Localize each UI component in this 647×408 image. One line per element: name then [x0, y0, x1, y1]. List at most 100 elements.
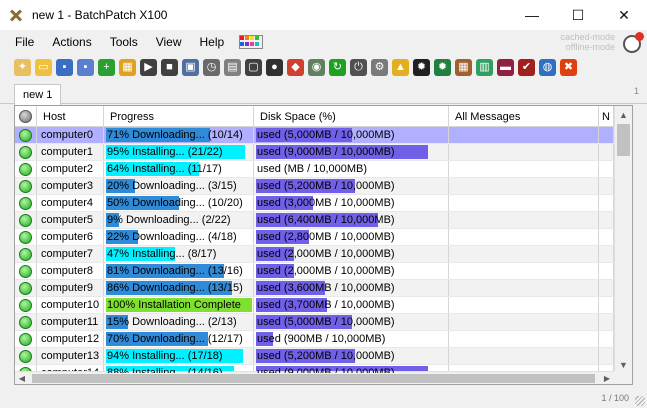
table-row[interactable]: computer13 94% Installing... (17/18) used … — [15, 348, 614, 365]
header-disk-space[interactable]: Disk Space (%) — [254, 106, 449, 127]
mode-status-icon[interactable] — [623, 32, 644, 53]
play-icon[interactable]: ▶ — [140, 58, 157, 76]
host-cell[interactable]: computer12 — [37, 331, 104, 347]
host-cell[interactable]: computer4 — [37, 195, 104, 211]
all-messages-cell[interactable] — [449, 246, 599, 262]
progress-cell[interactable]: 100% Installation Complete — [104, 297, 254, 313]
all-messages-cell[interactable] — [449, 297, 599, 313]
all-messages-cell[interactable] — [449, 161, 599, 177]
disk-space-cell[interactable]: used (3,600MB / 10,000MB) — [254, 280, 449, 296]
table-row[interactable]: computer3 20% Downloading... (3/15) used (… — [15, 178, 614, 195]
all-messages-cell[interactable] — [449, 229, 599, 245]
host-cell[interactable]: computer10 — [37, 297, 104, 313]
all-messages-cell[interactable] — [449, 127, 599, 143]
table-row[interactable]: computer10 100% Installation Complete used… — [15, 297, 614, 314]
chip-icon[interactable]: ▥ — [476, 58, 493, 76]
next-column-cell[interactable] — [599, 314, 614, 330]
network-icon[interactable]: ▣ — [182, 58, 199, 76]
progress-cell[interactable]: 50% Downloading... (10/20) — [104, 195, 254, 211]
progress-cell[interactable]: 47% Installing... (8/17) — [104, 246, 254, 262]
stop-icon[interactable]: ■ — [161, 58, 178, 76]
progress-cell[interactable]: 9% Downloading... (2/22) — [104, 212, 254, 228]
close-button[interactable]: ✕ — [601, 0, 647, 30]
all-messages-cell[interactable] — [449, 263, 599, 279]
save-icon[interactable]: ▪ — [56, 58, 73, 76]
menu-tools[interactable]: Tools — [101, 35, 147, 49]
next-column-cell[interactable] — [599, 178, 614, 194]
all-messages-cell[interactable] — [449, 195, 599, 211]
sun-icon[interactable]: ✹ — [413, 58, 430, 76]
table-row[interactable]: computer6 22% Downloading... (4/18) used (… — [15, 229, 614, 246]
disk-space-cell[interactable]: used (6,400MB / 10,000MB) — [254, 212, 449, 228]
next-column-cell[interactable] — [599, 297, 614, 313]
all-messages-cell[interactable] — [449, 212, 599, 228]
host-cell[interactable]: computer1 — [37, 144, 104, 160]
table-row[interactable]: computer2 64% Installing... (11/17) used (… — [15, 161, 614, 178]
menu-help[interactable]: Help — [191, 35, 234, 49]
next-column-cell[interactable] — [599, 331, 614, 347]
host-cell[interactable]: computer7 — [37, 246, 104, 262]
menu-file[interactable]: File — [6, 35, 43, 49]
next-column-cell[interactable] — [599, 195, 614, 211]
table-row[interactable]: computer9 86% Downloading... (13/15) used … — [15, 280, 614, 297]
check-box-icon[interactable]: ✔ — [518, 58, 535, 76]
monitor-icon[interactable]: ▢ — [245, 58, 262, 76]
disk-space-cell[interactable]: used (2,000MB / 10,000MB) — [254, 263, 449, 279]
power-icon[interactable]: ⏻ — [350, 58, 367, 76]
progress-cell[interactable]: 94% Installing... (17/18) — [104, 348, 254, 364]
progress-cell[interactable]: 15% Downloading... (2/13) — [104, 314, 254, 330]
next-column-cell[interactable] — [599, 212, 614, 228]
all-messages-cell[interactable] — [449, 280, 599, 296]
color-palette-icon[interactable] — [239, 35, 264, 49]
header-next[interactable]: N — [599, 106, 614, 127]
lock-icon[interactable]: ▲ — [392, 58, 409, 76]
scroll-up-icon[interactable]: ▲ — [615, 106, 632, 123]
scroll-right-icon[interactable]: ▶ — [600, 372, 614, 384]
refresh-icon[interactable]: ↻ — [329, 58, 346, 76]
all-messages-cell[interactable] — [449, 314, 599, 330]
host-cell[interactable]: computer0 — [37, 127, 104, 143]
tab-new-1[interactable]: new 1 — [14, 84, 62, 105]
disk-space-cell[interactable]: used (5,000MB / 10,000MB) — [254, 127, 449, 143]
gear-icon[interactable]: ⚙ — [371, 58, 388, 76]
progress-cell[interactable]: 71% Downloading... (10/14) — [104, 127, 254, 143]
all-messages-cell[interactable] — [449, 348, 599, 364]
progress-cell[interactable]: 81% Downloading... (13/16) — [104, 263, 254, 279]
disk-space-cell[interactable]: used (9,000MB / 10,000MB) — [254, 144, 449, 160]
disk-space-cell[interactable]: used (3,000MB / 10,000MB) — [254, 195, 449, 211]
table-row[interactable]: computer4 50% Downloading... (10/20) used … — [15, 195, 614, 212]
disk-space-cell[interactable]: used (900MB / 10,000MB) — [254, 331, 449, 347]
header-host[interactable]: Host — [37, 106, 104, 127]
next-column-cell[interactable] — [599, 144, 614, 160]
new-icon[interactable]: ✦ — [14, 58, 31, 76]
minimize-button[interactable]: — — [509, 0, 555, 30]
host-cell[interactable]: computer8 — [37, 263, 104, 279]
dark-red-icon[interactable]: ▬ — [497, 58, 514, 76]
host-cell[interactable]: computer9 — [37, 280, 104, 296]
next-column-cell[interactable] — [599, 280, 614, 296]
table-row[interactable]: computer7 47% Installing... (8/17) used (2… — [15, 246, 614, 263]
pin-icon[interactable]: ● — [266, 58, 283, 76]
cancel-icon[interactable]: ✖ — [560, 58, 577, 76]
clock-icon[interactable]: ◷ — [203, 58, 220, 76]
table-row[interactable]: computer12 70% Downloading... (12/17) used… — [15, 331, 614, 348]
next-column-cell[interactable] — [599, 246, 614, 262]
all-messages-cell[interactable] — [449, 144, 599, 160]
table-row[interactable]: computer1 95% Installing... (21/22) used (… — [15, 144, 614, 161]
next-column-cell[interactable] — [599, 127, 614, 143]
scroll-left-icon[interactable]: ◀ — [15, 372, 29, 384]
progress-cell[interactable]: 64% Installing... (11/17) — [104, 161, 254, 177]
next-column-cell[interactable] — [599, 348, 614, 364]
globe-icon[interactable]: ◍ — [539, 58, 556, 76]
save-all-icon[interactable]: ▪ — [77, 58, 94, 76]
all-messages-cell[interactable] — [449, 331, 599, 347]
progress-cell[interactable]: 95% Installing... (21/22) — [104, 144, 254, 160]
table-row[interactable]: computer0 71% Downloading... (10/14) used … — [15, 127, 614, 144]
resize-grip-icon[interactable] — [635, 396, 645, 406]
next-column-cell[interactable] — [599, 161, 614, 177]
vertical-scrollbar[interactable]: ▲ ▼ — [614, 106, 632, 373]
host-cell[interactable]: computer5 — [37, 212, 104, 228]
vertical-scroll-thumb[interactable] — [617, 124, 630, 156]
disk-space-cell[interactable]: used (3,700MB / 10,000MB) — [254, 297, 449, 313]
progress-cell[interactable]: 70% Downloading... (12/17) — [104, 331, 254, 347]
